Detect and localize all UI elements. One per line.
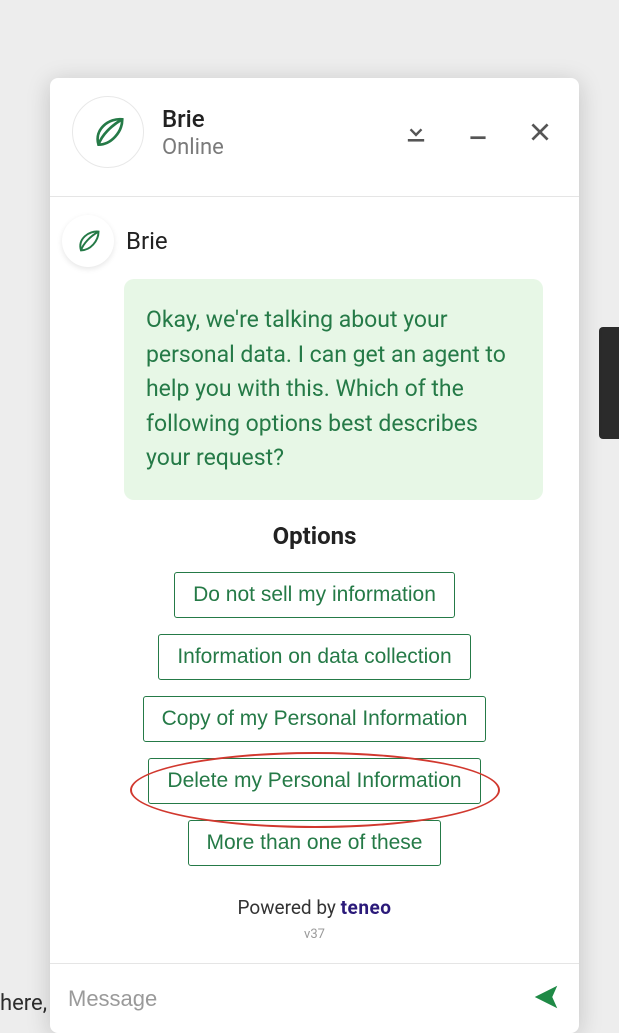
powered-by-brand: teneo [341,896,392,919]
minimize-icon [465,119,491,145]
leaf-icon [74,227,102,255]
version-label: v37 [68,927,561,942]
chat-window: Brie Online [50,78,579,1033]
bot-label-row: Brie [62,215,561,267]
options-list: Do not sell my information Information o… [68,572,561,866]
bot-name: Brie [162,105,224,133]
powered-by: Powered by teneo [68,896,561,919]
chat-header: Brie Online [50,78,579,197]
option-data-collection-info[interactable]: Information on data collection [158,634,470,680]
header-actions [399,115,557,149]
leaf-icon [89,113,127,151]
options-heading: Options [68,522,561,550]
option-delete-personal-info[interactable]: Delete my Personal Information [148,758,480,804]
avatar [72,96,144,168]
bot-status: Online [162,135,224,160]
chat-footer [50,963,579,1033]
close-icon [527,119,553,145]
download-button[interactable] [399,115,433,149]
bot-message-bubble: Okay, we're talking about your personal … [124,279,543,500]
option-do-not-sell[interactable]: Do not sell my information [174,572,455,618]
message-input[interactable] [68,986,531,1012]
close-button[interactable] [523,115,557,149]
powered-by-prefix: Powered by [238,896,341,919]
send-icon [531,982,561,1012]
option-copy-personal-info[interactable]: Copy of my Personal Information [143,696,487,742]
bot-label: Brie [126,227,168,255]
download-icon [402,118,430,146]
header-text: Brie Online [162,105,224,160]
send-button[interactable] [531,982,561,1016]
avatar-small [62,215,114,267]
feedback-tab[interactable] [599,327,619,439]
option-more-than-one[interactable]: More than one of these [188,820,442,866]
chat-body: Brie Okay, we're talking about your pers… [50,197,579,963]
minimize-button[interactable] [461,115,495,149]
